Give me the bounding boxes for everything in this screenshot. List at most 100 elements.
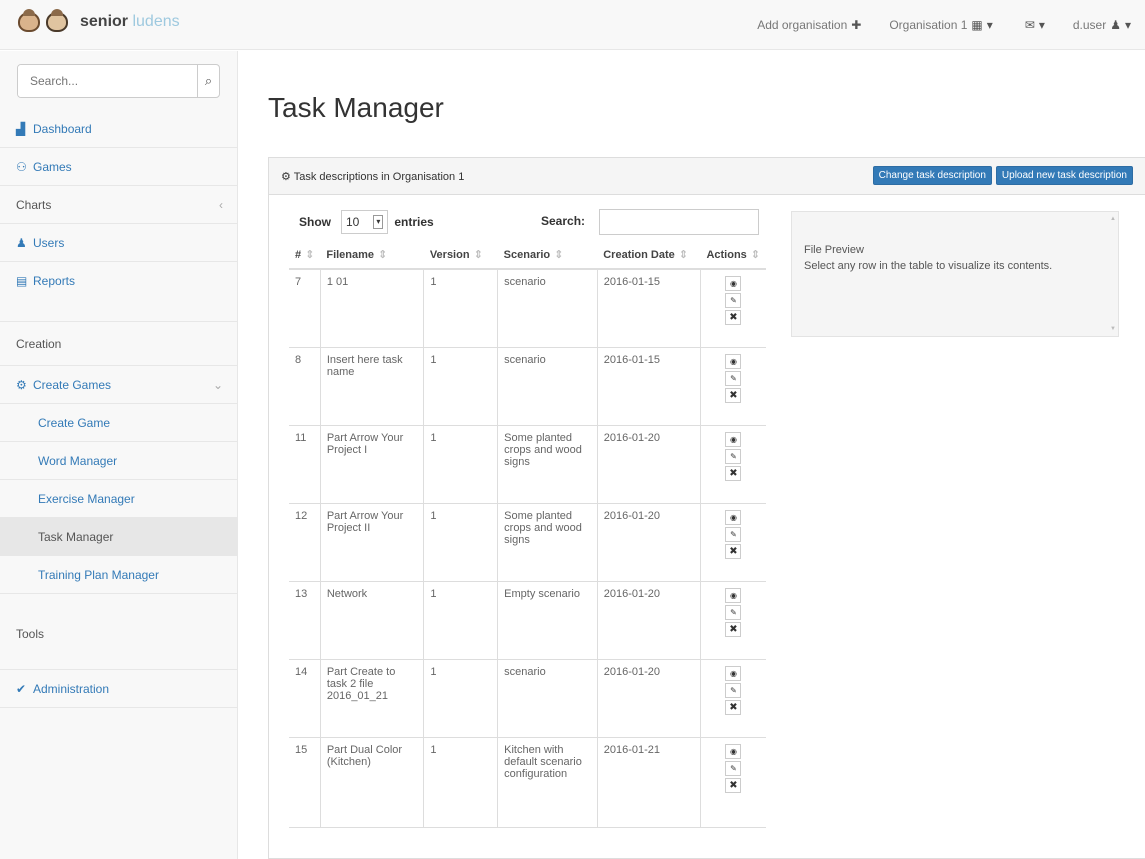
column-header-date[interactable]: Creation Date ⇕	[597, 243, 701, 270]
cell-scenario: Some planted crops and wood signs	[497, 425, 598, 504]
organisation-dropdown[interactable]: Organisation 1 ▦ ▾	[875, 18, 1006, 32]
edit-button[interactable]: ✎	[725, 370, 742, 386]
sidebar-item-create-games[interactable]: ⚙ Create Games ⌄	[0, 366, 237, 404]
view-button[interactable]: ◉	[725, 743, 742, 759]
view-button[interactable]: ◉	[725, 431, 742, 447]
messages-dropdown[interactable]: ✉ ▾	[1007, 18, 1059, 32]
delete-button[interactable]: ✖	[725, 621, 742, 637]
sidebar-item-charts[interactable]: Charts ‹	[0, 186, 237, 224]
sidebar-item-label: Charts	[16, 198, 52, 212]
cell-version: 1	[423, 737, 498, 828]
cell-filename: Network	[319, 581, 424, 660]
sidebar: ⌕ ▟ Dashboard ⚇ Games Charts ‹ ♟ Users ▤ Repo…	[0, 51, 238, 859]
sort-icon: ⇕	[554, 249, 564, 261]
table-search-input[interactable]	[599, 209, 759, 235]
column-header-actions[interactable]: Actions ⇕	[700, 243, 766, 270]
sidebar-item-reports[interactable]: ▤ Reports	[0, 262, 237, 322]
user-dropdown[interactable]: d.user ♟ ▾	[1059, 18, 1145, 32]
table-row[interactable]: 14 Part Create to task 2 file 2016_01_21 1…	[289, 659, 766, 738]
edit-icon: ✎	[730, 685, 737, 695]
edit-icon: ✎	[730, 296, 737, 305]
add-organisation-label: Add organisation	[757, 18, 848, 32]
cell-actions: ◉ ✎ ✖	[699, 269, 766, 348]
entries-select-value: 10	[346, 215, 360, 229]
cell-id: 15	[289, 737, 321, 828]
sidebar-search-input[interactable]	[18, 65, 197, 97]
sidebar-item-label: Games	[33, 160, 72, 174]
edit-button[interactable]: ✎	[725, 526, 742, 542]
view-button[interactable]: ◉	[725, 665, 742, 681]
eye-icon: ◉	[729, 512, 737, 522]
column-header-version[interactable]: Version ⇕	[423, 243, 498, 270]
check-icon: ✔	[16, 682, 27, 696]
view-button[interactable]: ◉	[725, 587, 742, 603]
cell-filename: Part Arrow Your Project I	[319, 425, 424, 504]
brand-logo[interactable]: senior ludens	[18, 9, 180, 32]
view-button[interactable]: ◉	[725, 353, 742, 369]
sidebar-item-word-manager[interactable]: Word Manager	[0, 442, 237, 480]
cell-date: 2016-01-20	[596, 581, 701, 660]
sidebar-item-games[interactable]: ⚇ Games	[0, 148, 237, 186]
sidebar-item-administration[interactable]: ✔ Administration	[0, 670, 237, 708]
sidebar-item-dashboard[interactable]: ▟ Dashboard	[0, 110, 237, 148]
edit-button[interactable]: ✎	[725, 604, 742, 620]
sidebar-item-users[interactable]: ♟ Users	[0, 224, 237, 262]
table-row[interactable]: 12 Part Arrow Your Project II 1 Some plante…	[289, 503, 766, 582]
sidebar-section-label: Tools	[16, 627, 45, 641]
cell-version: 1	[423, 347, 498, 426]
view-button[interactable]: ◉	[725, 276, 742, 291]
add-organisation-button[interactable]: Add organisation ✚	[743, 18, 875, 32]
panel-heading: ⚙ Task descriptions in Organisation 1 Ch…	[269, 158, 1145, 195]
delete-button[interactable]: ✖	[725, 699, 742, 715]
delete-button[interactable]: ✖	[725, 465, 742, 481]
sidebar-item-training-plan-manager[interactable]: Training Plan Manager	[0, 556, 237, 594]
organisation-label: Organisation 1	[889, 18, 968, 32]
edit-button[interactable]: ✎	[725, 448, 742, 464]
row-actions: ◉ ✎ ✖	[707, 431, 760, 481]
cell-filename: Insert here task name	[319, 347, 424, 426]
avatar-logo-icon	[18, 9, 40, 32]
edit-button[interactable]: ✎	[725, 682, 742, 698]
table-row[interactable]: 8 Insert here task name 1 scenario 2016-01-1…	[289, 347, 766, 426]
task-panel: ⚙ Task descriptions in Organisation 1 Ch…	[268, 157, 1145, 859]
file-preview-text: Select any row in the table to visualize…	[804, 260, 1053, 272]
caret-down-icon: ▾	[1124, 18, 1131, 32]
cell-actions: ◉ ✎ ✖	[699, 737, 766, 828]
sidebar-item-task-manager[interactable]: Task Manager	[0, 518, 237, 556]
delete-button[interactable]: ✖	[725, 387, 742, 403]
table-row[interactable]: 15 Part Dual Color (Kitchen) 1 Kitchen with…	[289, 737, 766, 828]
edit-button[interactable]: ✎	[725, 293, 742, 308]
table-row[interactable]: 13 Network 1 Empty scenario 2016-01-20 ◉ ✎ ✖	[289, 581, 766, 660]
eye-icon: ◉	[729, 356, 737, 366]
view-button[interactable]: ◉	[725, 509, 742, 525]
table-search-label: Search:	[541, 214, 586, 228]
table-row[interactable]: 11 Part Arrow Your Project I 1 Some planted…	[289, 425, 766, 504]
search-button[interactable]: ⌕	[197, 65, 219, 97]
show-label: Show	[299, 215, 331, 229]
change-task-description-button[interactable]: Change task description	[872, 166, 992, 185]
chevron-down-icon: ⌄	[212, 378, 223, 392]
entries-select[interactable]: 10 ▾	[341, 210, 389, 234]
sidebar-item-label: Word Manager	[38, 454, 118, 468]
column-header-filename[interactable]: Filename ⇕	[320, 243, 424, 270]
edit-button[interactable]: ✎	[725, 760, 742, 776]
column-header-id[interactable]: # ⇕	[289, 243, 321, 270]
sidebar-item-exercise-manager[interactable]: Exercise Manager	[0, 480, 237, 518]
entries-label: entries	[394, 215, 434, 229]
cell-actions: ◉ ✎ ✖	[699, 503, 766, 582]
table-length-control: Show 10 ▾ entries	[299, 210, 434, 234]
sort-icon: ⇕	[305, 249, 315, 261]
row-actions: ◉ ✎ ✖	[707, 276, 760, 325]
building-icon: ▦	[971, 18, 983, 32]
header-label: Actions	[706, 249, 747, 261]
delete-button[interactable]: ✖	[725, 543, 742, 559]
sidebar-item-create-game[interactable]: Create Game	[0, 404, 237, 442]
upload-task-description-button[interactable]: Upload new task description	[995, 166, 1133, 185]
avatar-logo-icon	[46, 9, 68, 32]
delete-button[interactable]: ✖	[725, 310, 742, 325]
preview-scrollbar[interactable]	[1110, 216, 1116, 332]
table-row[interactable]: 71 01 1 scenario 2016-01-15 ◉ ✎ ✖	[289, 269, 766, 348]
delete-button[interactable]: ✖	[725, 777, 742, 793]
table-body: 71 01 1 scenario 2016-01-15 ◉ ✎ ✖ 8 Insert here …	[289, 269, 766, 828]
column-header-scenario[interactable]: Scenario ⇕	[497, 243, 598, 270]
